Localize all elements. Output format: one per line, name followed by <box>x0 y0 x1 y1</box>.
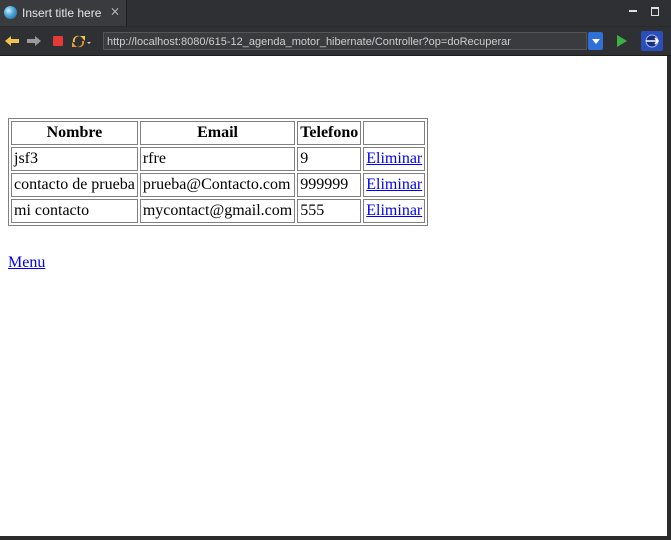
eliminar-link[interactable]: Eliminar <box>366 150 422 167</box>
forward-arrow-icon[interactable] <box>26 33 42 49</box>
cell-telefono: 999999 <box>297 173 362 197</box>
contacts-table: Nombre Email Telefono jsf3 rfre 9 Elimin… <box>8 118 429 226</box>
header-telefono: Telefono <box>297 121 362 145</box>
stop-icon[interactable] <box>50 33 66 49</box>
window-bottom-edge <box>0 536 671 540</box>
cell-action: Eliminar <box>363 147 426 171</box>
header-nombre: Nombre <box>11 121 138 145</box>
refresh-icon[interactable] <box>70 33 91 49</box>
browser-tab-bar: Insert title here ⨯ <box>0 0 671 26</box>
back-arrow-icon[interactable] <box>4 33 20 49</box>
tab-title: Insert title here <box>22 6 102 20</box>
cell-nombre: contacto de prueba <box>11 173 138 197</box>
cell-email: prueba@Contacto.com <box>139 173 296 197</box>
eliminar-link[interactable]: Eliminar <box>366 202 422 219</box>
cell-email: rfre <box>139 147 296 171</box>
cell-telefono: 555 <box>297 199 362 223</box>
eliminar-link[interactable]: Eliminar <box>366 176 422 193</box>
header-email: Email <box>139 121 296 145</box>
table-row: jsf3 rfre 9 Eliminar <box>11 147 426 171</box>
table-header-row: Nombre Email Telefono <box>11 121 426 145</box>
browser-toolbar: http://localhost:8080/615-12_agenda_moto… <box>0 27 671 56</box>
external-browser-icon[interactable] <box>641 31 663 51</box>
go-play-icon[interactable] <box>615 33 629 49</box>
header-actions <box>363 121 426 145</box>
globe-icon <box>4 6 17 19</box>
minimize-icon[interactable] <box>627 5 639 17</box>
table-row: mi contacto mycontact@gmail.com 555 Elim… <box>11 199 426 223</box>
page-content: Nombre Email Telefono jsf3 rfre 9 Elimin… <box>0 56 667 536</box>
url-dropdown-chevron-icon[interactable] <box>588 32 603 50</box>
browser-tab[interactable]: Insert title here ⨯ <box>0 0 127 26</box>
menu-link[interactable]: Menu <box>8 254 45 272</box>
cell-nombre: mi contacto <box>11 199 138 223</box>
cell-action: Eliminar <box>363 199 426 223</box>
close-tab-icon[interactable]: ⨯ <box>109 5 121 17</box>
cell-nombre: jsf3 <box>11 147 138 171</box>
cell-action: Eliminar <box>363 173 426 197</box>
maximize-icon[interactable] <box>649 5 661 17</box>
cell-telefono: 9 <box>297 147 362 171</box>
table-row: contacto de prueba prueba@Contacto.com 9… <box>11 173 426 197</box>
window-right-edge <box>667 56 671 540</box>
cell-email: mycontact@gmail.com <box>139 199 296 223</box>
url-input[interactable]: http://localhost:8080/615-12_agenda_moto… <box>103 32 587 50</box>
